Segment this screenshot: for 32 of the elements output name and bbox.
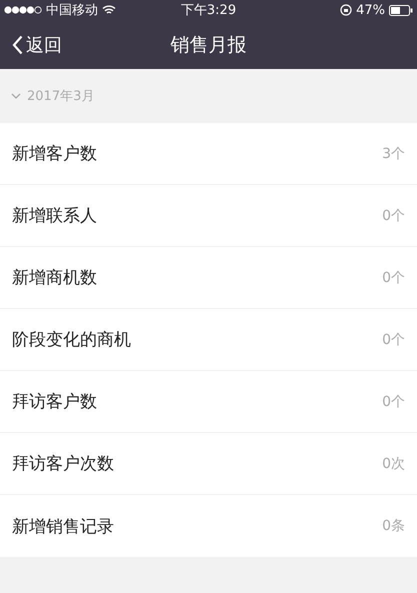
row-value: 0次 bbox=[382, 454, 405, 472]
report-row[interactable]: 拜访客户次数 0次 bbox=[0, 433, 417, 495]
row-label: 新增商机数 bbox=[12, 267, 97, 289]
row-label: 阶段变化的商机 bbox=[12, 329, 131, 351]
status-time: 下午3:29 bbox=[180, 2, 236, 19]
row-value: 0个 bbox=[382, 392, 405, 410]
report-row[interactable]: 新增销售记录 0条 bbox=[0, 495, 417, 557]
chevron-icon bbox=[11, 93, 21, 99]
back-button[interactable]: 返回 bbox=[0, 32, 74, 56]
chevron-left-icon bbox=[12, 34, 23, 54]
row-label: 新增联系人 bbox=[12, 205, 97, 227]
battery-icon bbox=[389, 4, 413, 16]
row-value: 0个 bbox=[382, 206, 405, 224]
signal-icon bbox=[4, 6, 42, 14]
page-title: 销售月报 bbox=[170, 32, 246, 58]
report-row[interactable]: 阶段变化的商机 0个 bbox=[0, 309, 417, 371]
row-value: 0个 bbox=[382, 268, 405, 286]
row-value: 0条 bbox=[382, 517, 405, 535]
rotation-lock-icon bbox=[340, 4, 352, 16]
row-label: 拜访客户次数 bbox=[12, 453, 114, 475]
wifi-icon bbox=[102, 5, 116, 15]
report-row[interactable]: 新增商机数 0个 bbox=[0, 247, 417, 309]
row-value: 3个 bbox=[382, 144, 405, 162]
battery-percent: 47% bbox=[356, 2, 385, 18]
report-row[interactable]: 新增联系人 0个 bbox=[0, 185, 417, 247]
row-label: 新增客户数 bbox=[12, 143, 97, 165]
carrier-name: 中国移动 bbox=[46, 2, 98, 19]
report-row[interactable]: 新增客户数 3个 bbox=[0, 123, 417, 185]
report-row[interactable]: 拜访客户数 0个 bbox=[0, 371, 417, 433]
row-label: 新增销售记录 bbox=[12, 516, 114, 538]
row-value: 0个 bbox=[382, 330, 405, 348]
row-label: 拜访客户数 bbox=[12, 391, 97, 413]
